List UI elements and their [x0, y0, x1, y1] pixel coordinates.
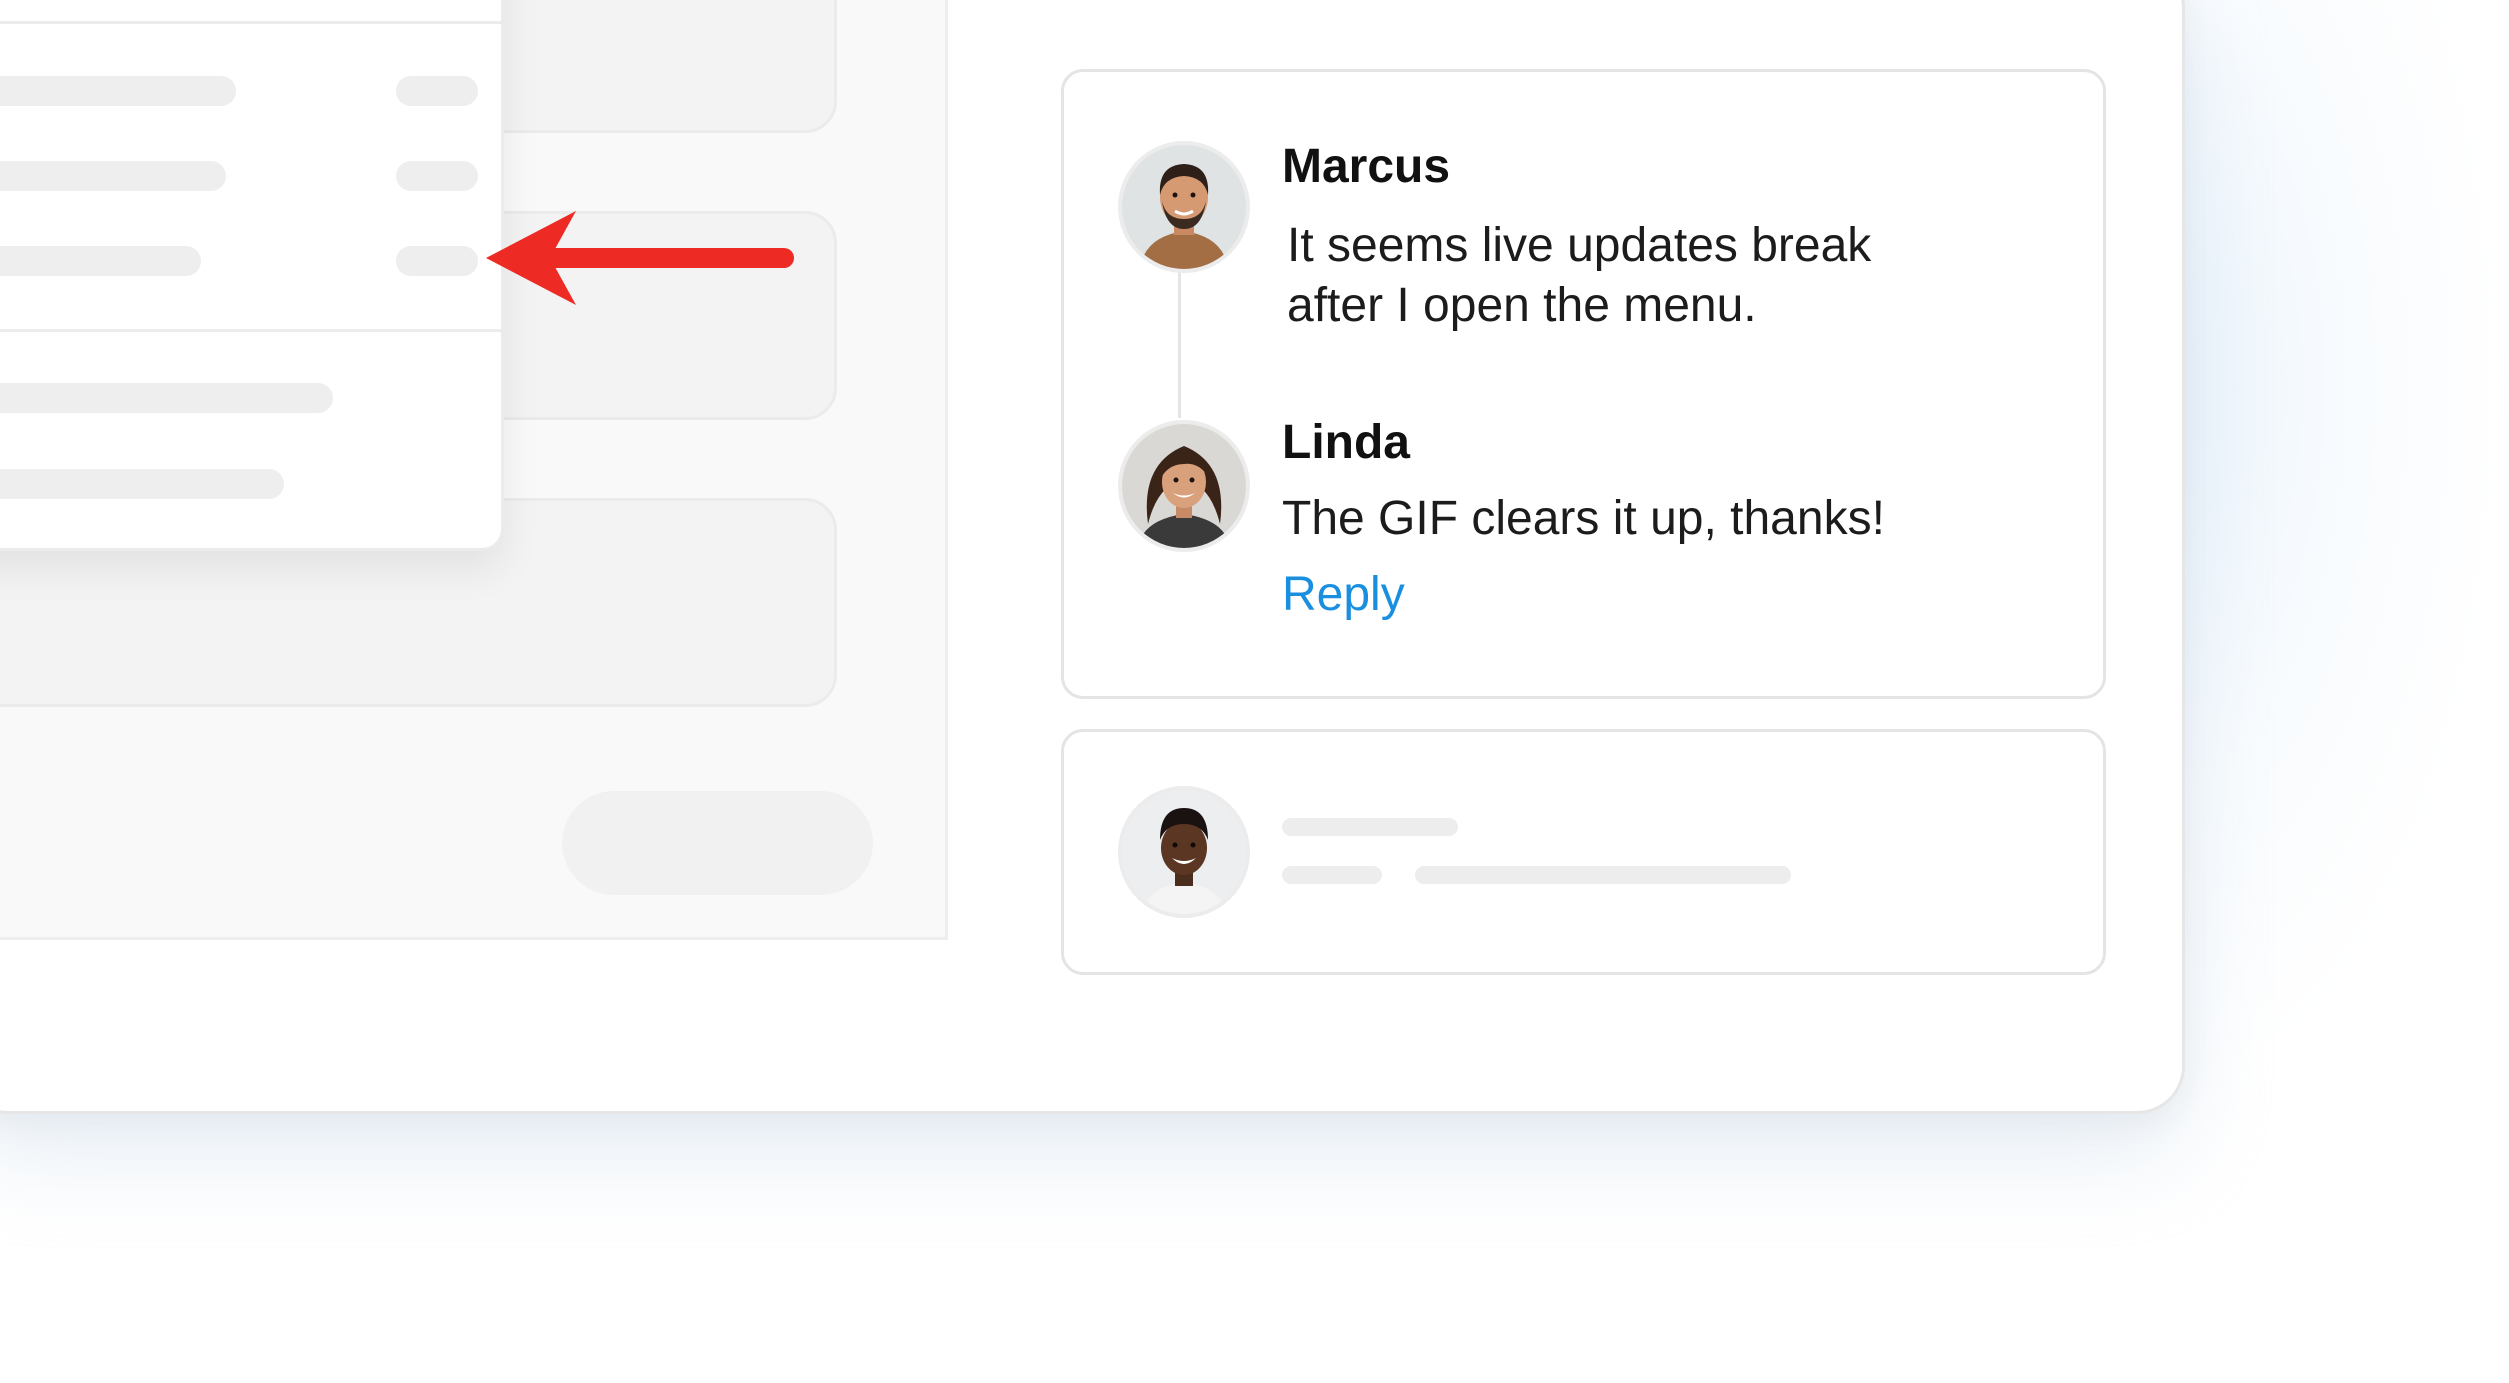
- comment-author: Linda: [1282, 416, 1410, 469]
- comment-message-line: after I open the menu.: [1287, 279, 1757, 332]
- menu-divider: [0, 21, 501, 24]
- thread-connector: [1178, 266, 1181, 418]
- user-avatar: [1118, 786, 1250, 918]
- comment-author: Marcus: [1282, 140, 1451, 193]
- menu-item-placeholder[interactable]: [0, 246, 201, 276]
- menu-item-placeholder[interactable]: [0, 76, 236, 106]
- marcus-avatar: [1118, 141, 1250, 273]
- reply-link[interactable]: Reply: [1282, 567, 1405, 623]
- content-pane: [0, 0, 948, 940]
- skeleton-line: [1415, 866, 1791, 884]
- menu-divider: [0, 329, 501, 332]
- menu-item-shortcut-placeholder: [396, 76, 478, 106]
- menu-item-placeholder[interactable]: [0, 383, 333, 413]
- arrow-left-icon: [486, 211, 794, 305]
- skeleton-line: [1282, 818, 1458, 836]
- menu-item-placeholder[interactable]: [0, 469, 284, 499]
- dropdown-menu: [0, 0, 504, 551]
- comment-message-line: It seems live updates break: [1287, 219, 1872, 272]
- menu-item-placeholder[interactable]: [0, 161, 226, 191]
- skeleton-line: [1282, 866, 1382, 884]
- comment-message-line: The GIF clears it up, thanks!: [1282, 492, 1885, 545]
- menu-item-shortcut-placeholder: [396, 161, 478, 191]
- menu-item-shortcut-placeholder: [396, 246, 478, 276]
- linda-avatar: [1118, 420, 1250, 552]
- placeholder-button[interactable]: [562, 791, 873, 895]
